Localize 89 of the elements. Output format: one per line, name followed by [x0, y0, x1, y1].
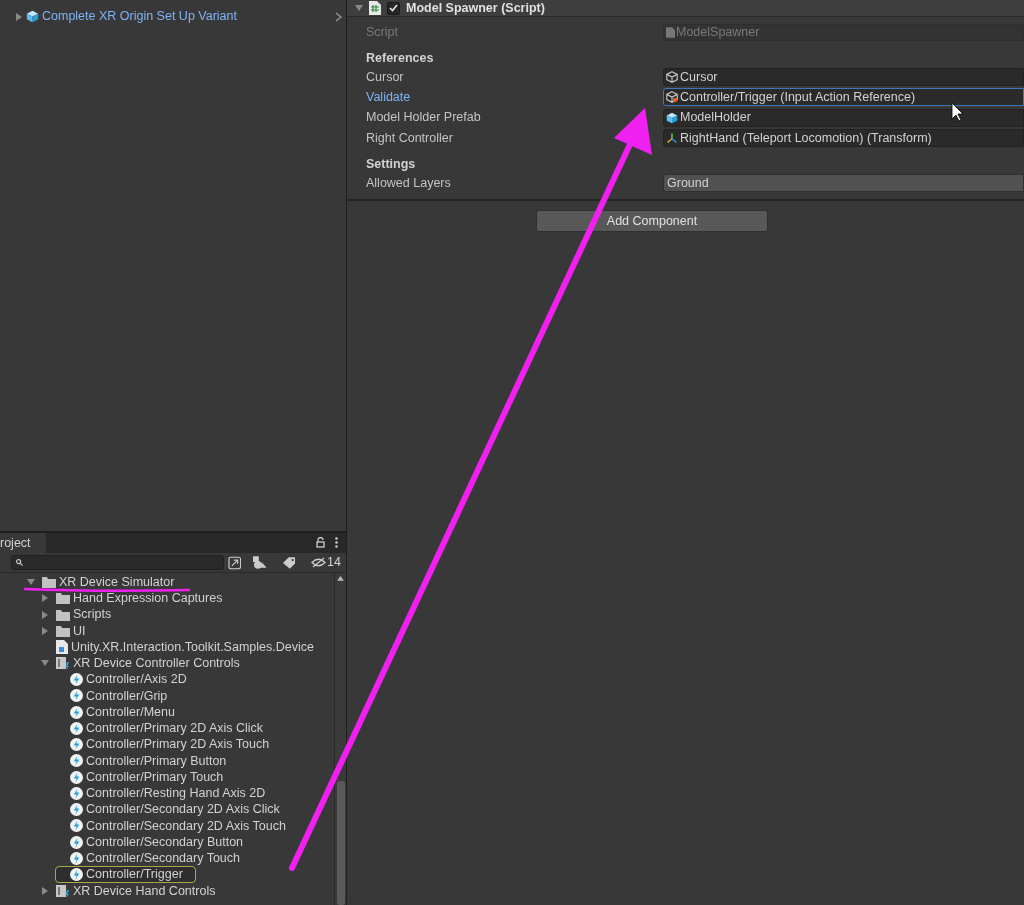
tree-item[interactable]: XR Device Simulator	[27, 573, 188, 591]
actions-asset-icon	[56, 656, 70, 671]
scrollbar[interactable]	[334, 573, 346, 905]
tree-item[interactable]: UI	[41, 622, 99, 640]
lightning-icon	[70, 803, 83, 817]
tree-item[interactable]: Controller/Trigger	[55, 866, 196, 884]
hidden-count-toggle[interactable]: 14	[311, 553, 341, 572]
lightning-icon	[70, 754, 83, 768]
tree-item[interactable]: Controller/Secondary 2D Axis Touch	[55, 817, 299, 835]
lightning-icon	[70, 689, 83, 703]
eye-slash-icon	[311, 557, 327, 568]
lightning-icon	[70, 786, 83, 800]
cube-icon	[26, 10, 39, 23]
enabled-checkbox[interactable]	[387, 1, 400, 15]
chevron-right-icon[interactable]	[335, 11, 342, 22]
lock-icon[interactable]	[316, 537, 325, 548]
tree-item[interactable]: Unity.XR.Interaction.Toolkit.Samples.Device	[41, 638, 327, 656]
search-field[interactable]	[11, 555, 224, 570]
tree-item[interactable]: Controller/Secondary Button	[55, 833, 257, 851]
tree-item[interactable]: Controller/Resting Hand Axis 2D	[55, 784, 279, 802]
tree-item[interactable]: XR Device Hand Controls	[41, 882, 229, 900]
caret-icon[interactable]	[41, 886, 49, 895]
lightning-icon	[70, 705, 83, 719]
add-component-button[interactable]: Add Component	[536, 210, 768, 233]
tree-item[interactable]: Controller/Primary 2D Axis Touch	[55, 736, 283, 754]
lightning-icon	[70, 868, 83, 882]
lightning-icon	[70, 721, 83, 735]
folder-icon	[56, 608, 70, 621]
caret-icon[interactable]	[27, 578, 35, 587]
object-field[interactable]: RightHand (Teleport Locomotion) (Transform)	[663, 129, 1024, 148]
tree-item[interactable]: XR Device Controller Controls	[41, 654, 253, 672]
lightning-icon	[70, 819, 83, 833]
field-label: Script	[366, 23, 399, 41]
field-label: Cursor	[366, 68, 405, 86]
caret-icon[interactable]	[41, 610, 49, 619]
axes-icon	[666, 132, 678, 145]
tree-item[interactable]: Controller/Axis 2D	[55, 671, 200, 689]
object-field[interactable]: ModelHolder	[663, 108, 1024, 127]
tree-item[interactable]: Controller/Primary Button	[55, 752, 240, 770]
field-label: Right Controller	[366, 129, 454, 147]
tree-item[interactable]: Controller/Primary 2D Axis Click	[55, 719, 277, 737]
tree-item[interactable]: Controller/Grip	[55, 687, 181, 705]
folder-icon	[56, 624, 70, 637]
tree-item[interactable]: Controller/Secondary 2D Axis Click	[55, 801, 293, 819]
scroll-up-icon[interactable]	[337, 576, 344, 581]
mouse-cursor-icon	[951, 102, 964, 122]
tree-item[interactable]: Scripts	[41, 606, 125, 624]
object-field[interactable]: Cursor	[663, 68, 1024, 87]
caret-icon[interactable]	[355, 4, 363, 12]
script-icon	[369, 1, 381, 15]
cube-outline-icon	[666, 71, 678, 84]
lightning-icon	[70, 673, 83, 687]
hierarchy-item[interactable]: Complete XR Origin Set Up Variant	[42, 7, 332, 26]
script-icon	[666, 26, 675, 38]
caret-icon[interactable]	[15, 12, 23, 21]
caret-icon[interactable]	[41, 626, 49, 635]
tag-icon[interactable]	[282, 556, 296, 569]
script-field: ModelSpawner	[663, 23, 1024, 41]
component-title: Model Spawner (Script)	[406, 0, 545, 17]
layer-dropdown[interactable]: Ground	[663, 174, 1024, 193]
folder-icon	[56, 592, 70, 605]
lightning-icon	[70, 851, 83, 865]
cube-outline-icon	[666, 91, 678, 104]
lightning-icon	[70, 770, 83, 784]
more-icon[interactable]	[335, 537, 338, 548]
tree-item[interactable]: Hand Expression Captures	[41, 589, 236, 607]
search-scope-icon[interactable]	[227, 555, 242, 570]
project-tab[interactable]: roject	[0, 533, 46, 553]
component-header[interactable]: Model Spawner (Script)	[347, 0, 1024, 17]
tree-item[interactable]: Controller/Menu	[55, 703, 188, 721]
search-icon	[16, 559, 23, 566]
checkmark-icon	[389, 4, 398, 12]
section-heading: References	[366, 50, 435, 67]
document-icon	[56, 640, 68, 655]
tree-item[interactable]: Controller/Secondary Touch	[55, 849, 254, 867]
lightning-icon	[70, 835, 83, 849]
tree-item[interactable]: Controller/Primary Touch	[55, 768, 237, 786]
folder-icon	[42, 576, 56, 589]
caret-icon[interactable]	[41, 594, 49, 603]
shapes-icon[interactable]	[253, 556, 267, 569]
section-heading: Settings	[366, 156, 417, 174]
object-field[interactable]: Controller/Trigger (Input Action Reference)	[663, 88, 1024, 107]
cube-icon	[666, 111, 678, 124]
caret-icon[interactable]	[41, 659, 49, 668]
field-label: Model Holder Prefab	[366, 109, 482, 127]
field-label: Allowed Layers	[366, 174, 452, 192]
lightning-icon	[70, 738, 83, 752]
actions-asset-icon	[56, 883, 70, 898]
field-label: Validate	[366, 89, 412, 107]
